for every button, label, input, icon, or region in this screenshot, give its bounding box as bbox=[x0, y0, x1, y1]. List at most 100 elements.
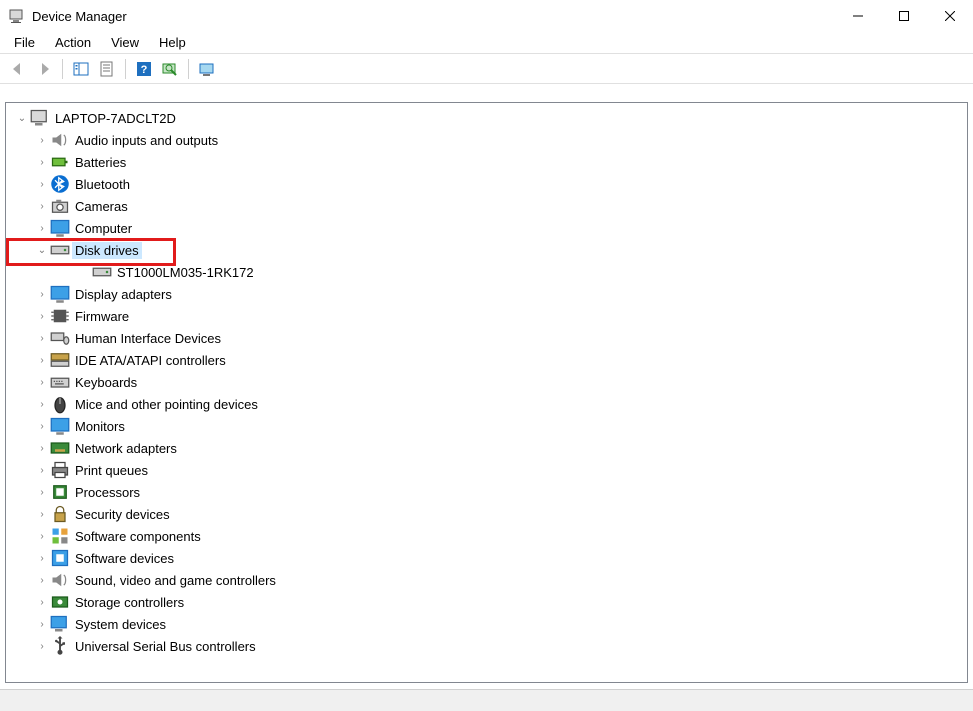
tree-item-label: Bluetooth bbox=[72, 176, 133, 193]
mouse-icon bbox=[50, 396, 70, 412]
tree-item-label: Cameras bbox=[72, 198, 131, 215]
statusbar bbox=[0, 689, 973, 711]
chevron-right-icon[interactable]: › bbox=[34, 443, 50, 454]
device-manager-icon bbox=[8, 8, 24, 24]
chevron-right-icon[interactable]: › bbox=[34, 377, 50, 388]
chip-icon bbox=[50, 308, 70, 324]
hid-icon bbox=[50, 330, 70, 346]
monitor-icon bbox=[50, 220, 70, 236]
tree-item-computer[interactable]: › Computer bbox=[6, 217, 967, 239]
tree-item-security[interactable]: › Security devices bbox=[6, 503, 967, 525]
tree-item-label: Mice and other pointing devices bbox=[72, 396, 261, 413]
chevron-down-icon[interactable]: ⌄ bbox=[34, 245, 50, 256]
speaker-icon bbox=[50, 572, 70, 588]
tree-item-processors[interactable]: › Processors bbox=[6, 481, 967, 503]
chevron-right-icon[interactable]: › bbox=[34, 421, 50, 432]
tree-item-label: IDE ATA/ATAPI controllers bbox=[72, 352, 229, 369]
tree-item-bluetooth[interactable]: › Bluetooth bbox=[6, 173, 967, 195]
add-legacy-hardware-button[interactable] bbox=[195, 57, 219, 81]
tree-item-label: Network adapters bbox=[72, 440, 180, 457]
monitor-icon bbox=[50, 418, 70, 434]
chevron-right-icon[interactable]: › bbox=[34, 355, 50, 366]
chevron-right-icon[interactable]: › bbox=[34, 641, 50, 652]
chevron-right-icon[interactable]: › bbox=[34, 311, 50, 322]
disk-drive-icon bbox=[92, 264, 112, 280]
tree-item-sound[interactable]: › Sound, video and game controllers bbox=[6, 569, 967, 591]
chevron-right-icon[interactable]: › bbox=[34, 201, 50, 212]
bluetooth-icon bbox=[50, 176, 70, 192]
tree-item-label: System devices bbox=[72, 616, 169, 633]
tree-item-batteries[interactable]: › Batteries bbox=[6, 151, 967, 173]
chevron-right-icon[interactable]: › bbox=[34, 509, 50, 520]
chevron-right-icon[interactable]: › bbox=[34, 619, 50, 630]
storage-controller-icon bbox=[50, 594, 70, 610]
tree-item-software-devices[interactable]: › Software devices bbox=[6, 547, 967, 569]
tree-item-label: Storage controllers bbox=[72, 594, 187, 611]
minimize-button[interactable] bbox=[835, 0, 881, 32]
maximize-button[interactable] bbox=[881, 0, 927, 32]
chevron-right-icon[interactable]: › bbox=[34, 553, 50, 564]
chevron-right-icon[interactable]: › bbox=[34, 465, 50, 476]
toolbar: ? bbox=[0, 54, 973, 84]
tree-item-label: Computer bbox=[72, 220, 135, 237]
chevron-right-icon[interactable]: › bbox=[34, 487, 50, 498]
tree-item-storage[interactable]: › Storage controllers bbox=[6, 591, 967, 613]
back-button[interactable] bbox=[6, 57, 30, 81]
svg-text:?: ? bbox=[141, 64, 148, 76]
chevron-right-icon[interactable]: › bbox=[34, 135, 50, 146]
tree-root[interactable]: ⌄ LAPTOP-7ADCLT2D bbox=[6, 107, 967, 129]
chevron-right-icon[interactable]: › bbox=[34, 179, 50, 190]
camera-icon bbox=[50, 198, 70, 214]
tree-item-label: ST1000LM035-1RK172 bbox=[114, 264, 257, 281]
menu-view[interactable]: View bbox=[101, 33, 149, 52]
tree-item-disk-drives[interactable]: ⌄ Disk drives bbox=[6, 239, 967, 261]
tree-item-monitors[interactable]: › Monitors bbox=[6, 415, 967, 437]
computer-icon bbox=[30, 110, 50, 126]
tree-item-software-components[interactable]: › Software components bbox=[6, 525, 967, 547]
tree-item-keyboards[interactable]: › Keyboards bbox=[6, 371, 967, 393]
chevron-right-icon[interactable]: › bbox=[34, 597, 50, 608]
tree-item-label: Keyboards bbox=[72, 374, 140, 391]
menu-file[interactable]: File bbox=[4, 33, 45, 52]
scan-hardware-button[interactable] bbox=[158, 57, 182, 81]
tree-item-audio[interactable]: › Audio inputs and outputs bbox=[6, 129, 967, 151]
tree-item-label: Display adapters bbox=[72, 286, 175, 303]
help-button[interactable]: ? bbox=[132, 57, 156, 81]
tree-item-cameras[interactable]: › Cameras bbox=[6, 195, 967, 217]
chevron-right-icon[interactable]: › bbox=[34, 333, 50, 344]
tree-item-firmware[interactable]: › Firmware bbox=[6, 305, 967, 327]
network-adapter-icon bbox=[50, 440, 70, 456]
menu-action[interactable]: Action bbox=[45, 33, 101, 52]
titlebar: Device Manager bbox=[0, 0, 973, 32]
tree-item-hid[interactable]: › Human Interface Devices bbox=[6, 327, 967, 349]
tree-item-label: Batteries bbox=[72, 154, 129, 171]
tree-root-label: LAPTOP-7ADCLT2D bbox=[52, 110, 179, 127]
tree-item-system[interactable]: › System devices bbox=[6, 613, 967, 635]
speaker-icon bbox=[50, 132, 70, 148]
tree-item-ide[interactable]: › IDE ATA/ATAPI controllers bbox=[6, 349, 967, 371]
tree-item-label: Disk drives bbox=[72, 242, 142, 259]
tree-item-usb[interactable]: › Universal Serial Bus controllers bbox=[6, 635, 967, 657]
properties-button[interactable] bbox=[95, 57, 119, 81]
close-button[interactable] bbox=[927, 0, 973, 32]
chevron-right-icon[interactable]: › bbox=[34, 531, 50, 542]
tree-item-print-queues[interactable]: › Print queues bbox=[6, 459, 967, 481]
forward-button[interactable] bbox=[32, 57, 56, 81]
tree-item-disk-device[interactable]: › ST1000LM035-1RK172 bbox=[6, 261, 967, 283]
tree-item-display[interactable]: › Display adapters bbox=[6, 283, 967, 305]
tree-item-label: Audio inputs and outputs bbox=[72, 132, 221, 149]
chevron-right-icon[interactable]: › bbox=[34, 399, 50, 410]
chevron-right-icon[interactable]: › bbox=[34, 289, 50, 300]
chevron-right-icon[interactable]: › bbox=[34, 575, 50, 586]
menu-help[interactable]: Help bbox=[149, 33, 196, 52]
tree-item-network[interactable]: › Network adapters bbox=[6, 437, 967, 459]
device-tree[interactable]: ⌄ LAPTOP-7ADCLT2D › Audio inputs and out… bbox=[5, 102, 968, 683]
show-hide-tree-button[interactable] bbox=[69, 57, 93, 81]
chevron-right-icon[interactable]: › bbox=[34, 157, 50, 168]
component-icon bbox=[50, 528, 70, 544]
chevron-down-icon[interactable]: ⌄ bbox=[14, 113, 30, 124]
toolbar-separator bbox=[125, 59, 126, 79]
chevron-right-icon[interactable]: › bbox=[34, 223, 50, 234]
tree-item-mice[interactable]: › Mice and other pointing devices bbox=[6, 393, 967, 415]
disk-drive-icon bbox=[50, 242, 70, 258]
